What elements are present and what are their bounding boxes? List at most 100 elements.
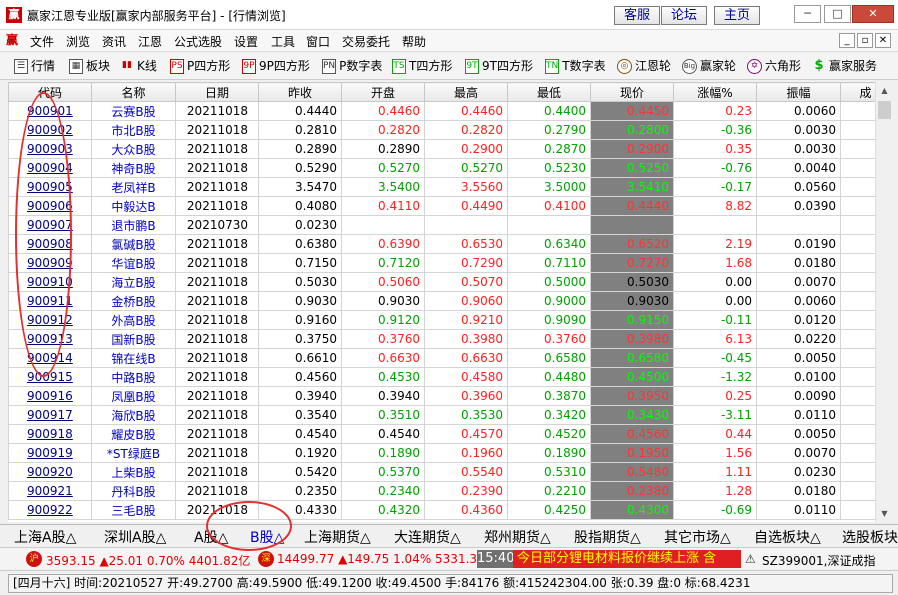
menu-window[interactable]: 窗口 bbox=[306, 33, 330, 50]
table-row[interactable]: 900921 丹科B股 20211018 0.2350 0.2340 0.2390 0.22… bbox=[8, 481, 875, 501]
tab-index-futures[interactable]: 股指期货△ bbox=[574, 527, 641, 547]
cell-name: 大众B股 bbox=[91, 139, 176, 159]
cell-high: 0.2900 bbox=[424, 139, 508, 159]
column-header[interactable]: 名称 bbox=[91, 82, 176, 102]
cell-code[interactable]: 900919 bbox=[8, 443, 92, 463]
tool-kline[interactable]: ▮▮ K线 bbox=[120, 58, 157, 75]
table-row[interactable]: 900904 神奇B股 20211018 0.5290 0.5270 0.5270 0.52… bbox=[8, 158, 875, 178]
table-row[interactable]: 900914 锦在线B 20211018 0.6610 0.6630 0.6630 0.65… bbox=[8, 348, 875, 368]
maximize-button[interactable]: □ bbox=[824, 5, 851, 23]
table-row[interactable]: 900918 耀皮B股 20211018 0.4540 0.4540 0.4570 0.45… bbox=[8, 424, 875, 444]
column-header[interactable]: 现价 bbox=[590, 82, 674, 102]
column-header[interactable]: 成 bbox=[840, 82, 875, 102]
tool-board[interactable]: ▦ 板块 bbox=[69, 58, 110, 75]
mdi-restore-button[interactable]: ▫ bbox=[857, 33, 873, 48]
tool-gann-wheel[interactable]: ◎ 江恩轮 bbox=[617, 58, 671, 75]
column-header[interactable]: 日期 bbox=[175, 82, 259, 102]
menu-help[interactable]: 帮助 bbox=[402, 33, 426, 50]
cell-code[interactable]: 900921 bbox=[8, 481, 92, 501]
table-row[interactable]: 900920 上柴B股 20211018 0.5420 0.5370 0.5540 0.53… bbox=[8, 462, 875, 482]
menu-settings[interactable]: 设置 bbox=[234, 33, 258, 50]
scroll-thumb[interactable] bbox=[878, 101, 891, 119]
cell-open: 0.4460 bbox=[341, 101, 425, 121]
tool-quotes[interactable]: ☰ 行情 bbox=[14, 58, 55, 75]
table-row[interactable]: 900915 中路B股 20211018 0.4560 0.4530 0.4580 0.44… bbox=[8, 367, 875, 387]
column-header[interactable]: 开盘 bbox=[341, 82, 425, 102]
tab-screener[interactable]: 选股板块 bbox=[842, 527, 898, 547]
menu-gann[interactable]: 江恩 bbox=[138, 33, 162, 50]
news-scroller[interactable]: 今日部分锂电材料报价继续上涨 含 bbox=[513, 550, 741, 568]
menu-browse[interactable]: 浏览 bbox=[66, 33, 90, 50]
tab-zz-futures[interactable]: 郑州期货△ bbox=[484, 527, 551, 547]
mdi-minimize-button[interactable]: _ bbox=[839, 33, 855, 48]
tool-p-square[interactable]: PS P四方形 bbox=[170, 58, 230, 75]
table-row[interactable]: 900913 国新B股 20211018 0.3750 0.3760 0.3980 0.37… bbox=[8, 329, 875, 349]
minimize-button[interactable]: ─ bbox=[794, 5, 821, 23]
homepage-button[interactable]: 主页 bbox=[714, 6, 760, 25]
table-row[interactable]: 900922 三毛B股 20211018 0.4330 0.4320 0.4360 0.42… bbox=[8, 500, 875, 520]
menu-formula[interactable]: 公式选股 bbox=[174, 33, 222, 50]
table-row[interactable]: 900910 海立B股 20211018 0.5030 0.5060 0.5070 0.50… bbox=[8, 272, 875, 292]
cell-code[interactable]: 900918 bbox=[8, 424, 92, 444]
cell-high: 0.6530 bbox=[424, 234, 508, 254]
cell-code[interactable]: 900920 bbox=[8, 462, 92, 482]
menu-trade[interactable]: 交易委托 bbox=[342, 33, 390, 50]
cell-prev: 0.6610 bbox=[258, 348, 342, 368]
tool-hexagon[interactable]: ✡ 六角形 bbox=[747, 58, 801, 75]
menu-tools[interactable]: 工具 bbox=[271, 33, 295, 50]
table-row[interactable]: 900905 老凤祥B 20211018 3.5470 3.5400 3.5560 3.50… bbox=[8, 177, 875, 197]
cell-amp: 0.0390 bbox=[756, 196, 841, 216]
tool-p-number[interactable]: PN P数字表 bbox=[322, 58, 382, 75]
cell-code[interactable]: 900916 bbox=[8, 386, 92, 406]
tab-sz-a[interactable]: 深圳A股△ bbox=[104, 527, 166, 547]
table-row[interactable]: 900917 海欣B股 20211018 0.3540 0.3510 0.3530 0.34… bbox=[8, 405, 875, 425]
tool-9t-square[interactable]: 9T 9T四方形 bbox=[465, 58, 533, 75]
table-row[interactable]: 900901 云赛B股 20211018 0.4440 0.4460 0.4460 0.44… bbox=[8, 101, 875, 121]
column-header[interactable]: 涨幅% bbox=[673, 82, 757, 102]
table-row[interactable]: 900911 金桥B股 20211018 0.9030 0.9030 0.9060 0.90… bbox=[8, 291, 875, 311]
table-row[interactable]: 900907 退市鹏B 20210730 0.0230 bbox=[8, 215, 875, 235]
table-row[interactable]: 900912 外高B股 20211018 0.9160 0.9120 0.9210 0.90… bbox=[8, 310, 875, 330]
table-row[interactable]: 900906 中毅达B 20211018 0.4080 0.4110 0.4490 0.41… bbox=[8, 196, 875, 216]
column-header[interactable]: 振幅 bbox=[756, 82, 841, 102]
sh-index-quote[interactable]: 3593.15 ▲25.01 0.70% 4401.82亿 bbox=[46, 552, 250, 569]
tab-dl-futures[interactable]: 大连期货△ bbox=[394, 527, 461, 547]
menu-file[interactable]: 文件 bbox=[30, 33, 54, 50]
table-row[interactable]: 900902 市北B股 20211018 0.2810 0.2820 0.2820 0.27… bbox=[8, 120, 875, 140]
table-row[interactable]: 900916 凤凰B股 20211018 0.3940 0.3940 0.3960 0.38… bbox=[8, 386, 875, 406]
hexagon-icon: ✡ bbox=[747, 59, 762, 74]
table-row[interactable]: 900908 氯碱B股 20211018 0.6380 0.6390 0.6530 0.63… bbox=[8, 234, 875, 254]
cell-code[interactable]: 900917 bbox=[8, 405, 92, 425]
tab-sh-futures[interactable]: 上海期货△ bbox=[304, 527, 371, 547]
table-row[interactable]: 900909 华谊B股 20211018 0.7150 0.7120 0.7290 0.71… bbox=[8, 253, 875, 273]
tool-label: 行情 bbox=[31, 59, 56, 73]
app-menu-icon[interactable]: 赢 bbox=[6, 33, 21, 48]
cell-chg: 1.28 bbox=[673, 481, 757, 501]
column-header[interactable]: 昨收 bbox=[258, 82, 342, 102]
forum-button[interactable]: 论坛 bbox=[661, 6, 707, 25]
current-index-label[interactable]: SZ399001,深证成指 bbox=[762, 552, 875, 569]
cell-prev: 0.4440 bbox=[258, 101, 342, 121]
column-header[interactable]: 最低 bbox=[507, 82, 591, 102]
tool-9p-square[interactable]: 9P 9P四方形 bbox=[242, 58, 310, 75]
close-button[interactable]: ✕ bbox=[852, 5, 894, 23]
tool-t-number[interactable]: TN T数字表 bbox=[545, 58, 606, 75]
menu-news[interactable]: 资讯 bbox=[102, 33, 126, 50]
column-header[interactable]: 最高 bbox=[424, 82, 508, 102]
tab-watchlist[interactable]: 自选板块△ bbox=[754, 527, 821, 547]
mdi-close-button[interactable]: ✕ bbox=[875, 33, 891, 48]
vertical-scrollbar[interactable]: ▲ ▼ bbox=[875, 82, 892, 522]
scroll-up-arrow-icon[interactable]: ▲ bbox=[876, 82, 893, 99]
tab-sh-a[interactable]: 上海A股△ bbox=[14, 527, 76, 547]
tool-t-square[interactable]: TS T四方形 bbox=[392, 58, 452, 75]
customer-service-button[interactable]: 客服 bbox=[614, 6, 660, 25]
tool-winner-wheel[interactable]: Big 赢家轮 bbox=[682, 58, 736, 75]
cell-code[interactable]: 900922 bbox=[8, 500, 92, 520]
tab-other-markets[interactable]: 其它市场△ bbox=[664, 527, 731, 547]
table-row[interactable]: 900919 *ST绿庭B 20211018 0.1920 0.1890 0.1960 0.… bbox=[8, 443, 875, 463]
tool-service[interactable]: $ 赢家服务 bbox=[812, 58, 877, 75]
table-row[interactable]: 900903 大众B股 20211018 0.2890 0.2890 0.2900 0.28… bbox=[8, 139, 875, 159]
scroll-down-arrow-icon[interactable]: ▼ bbox=[876, 505, 893, 522]
cell-date: 20211018 bbox=[175, 139, 259, 159]
sz-index-quote[interactable]: 14499.77 ▲149.75 1.04% 5331.39 bbox=[277, 552, 485, 566]
